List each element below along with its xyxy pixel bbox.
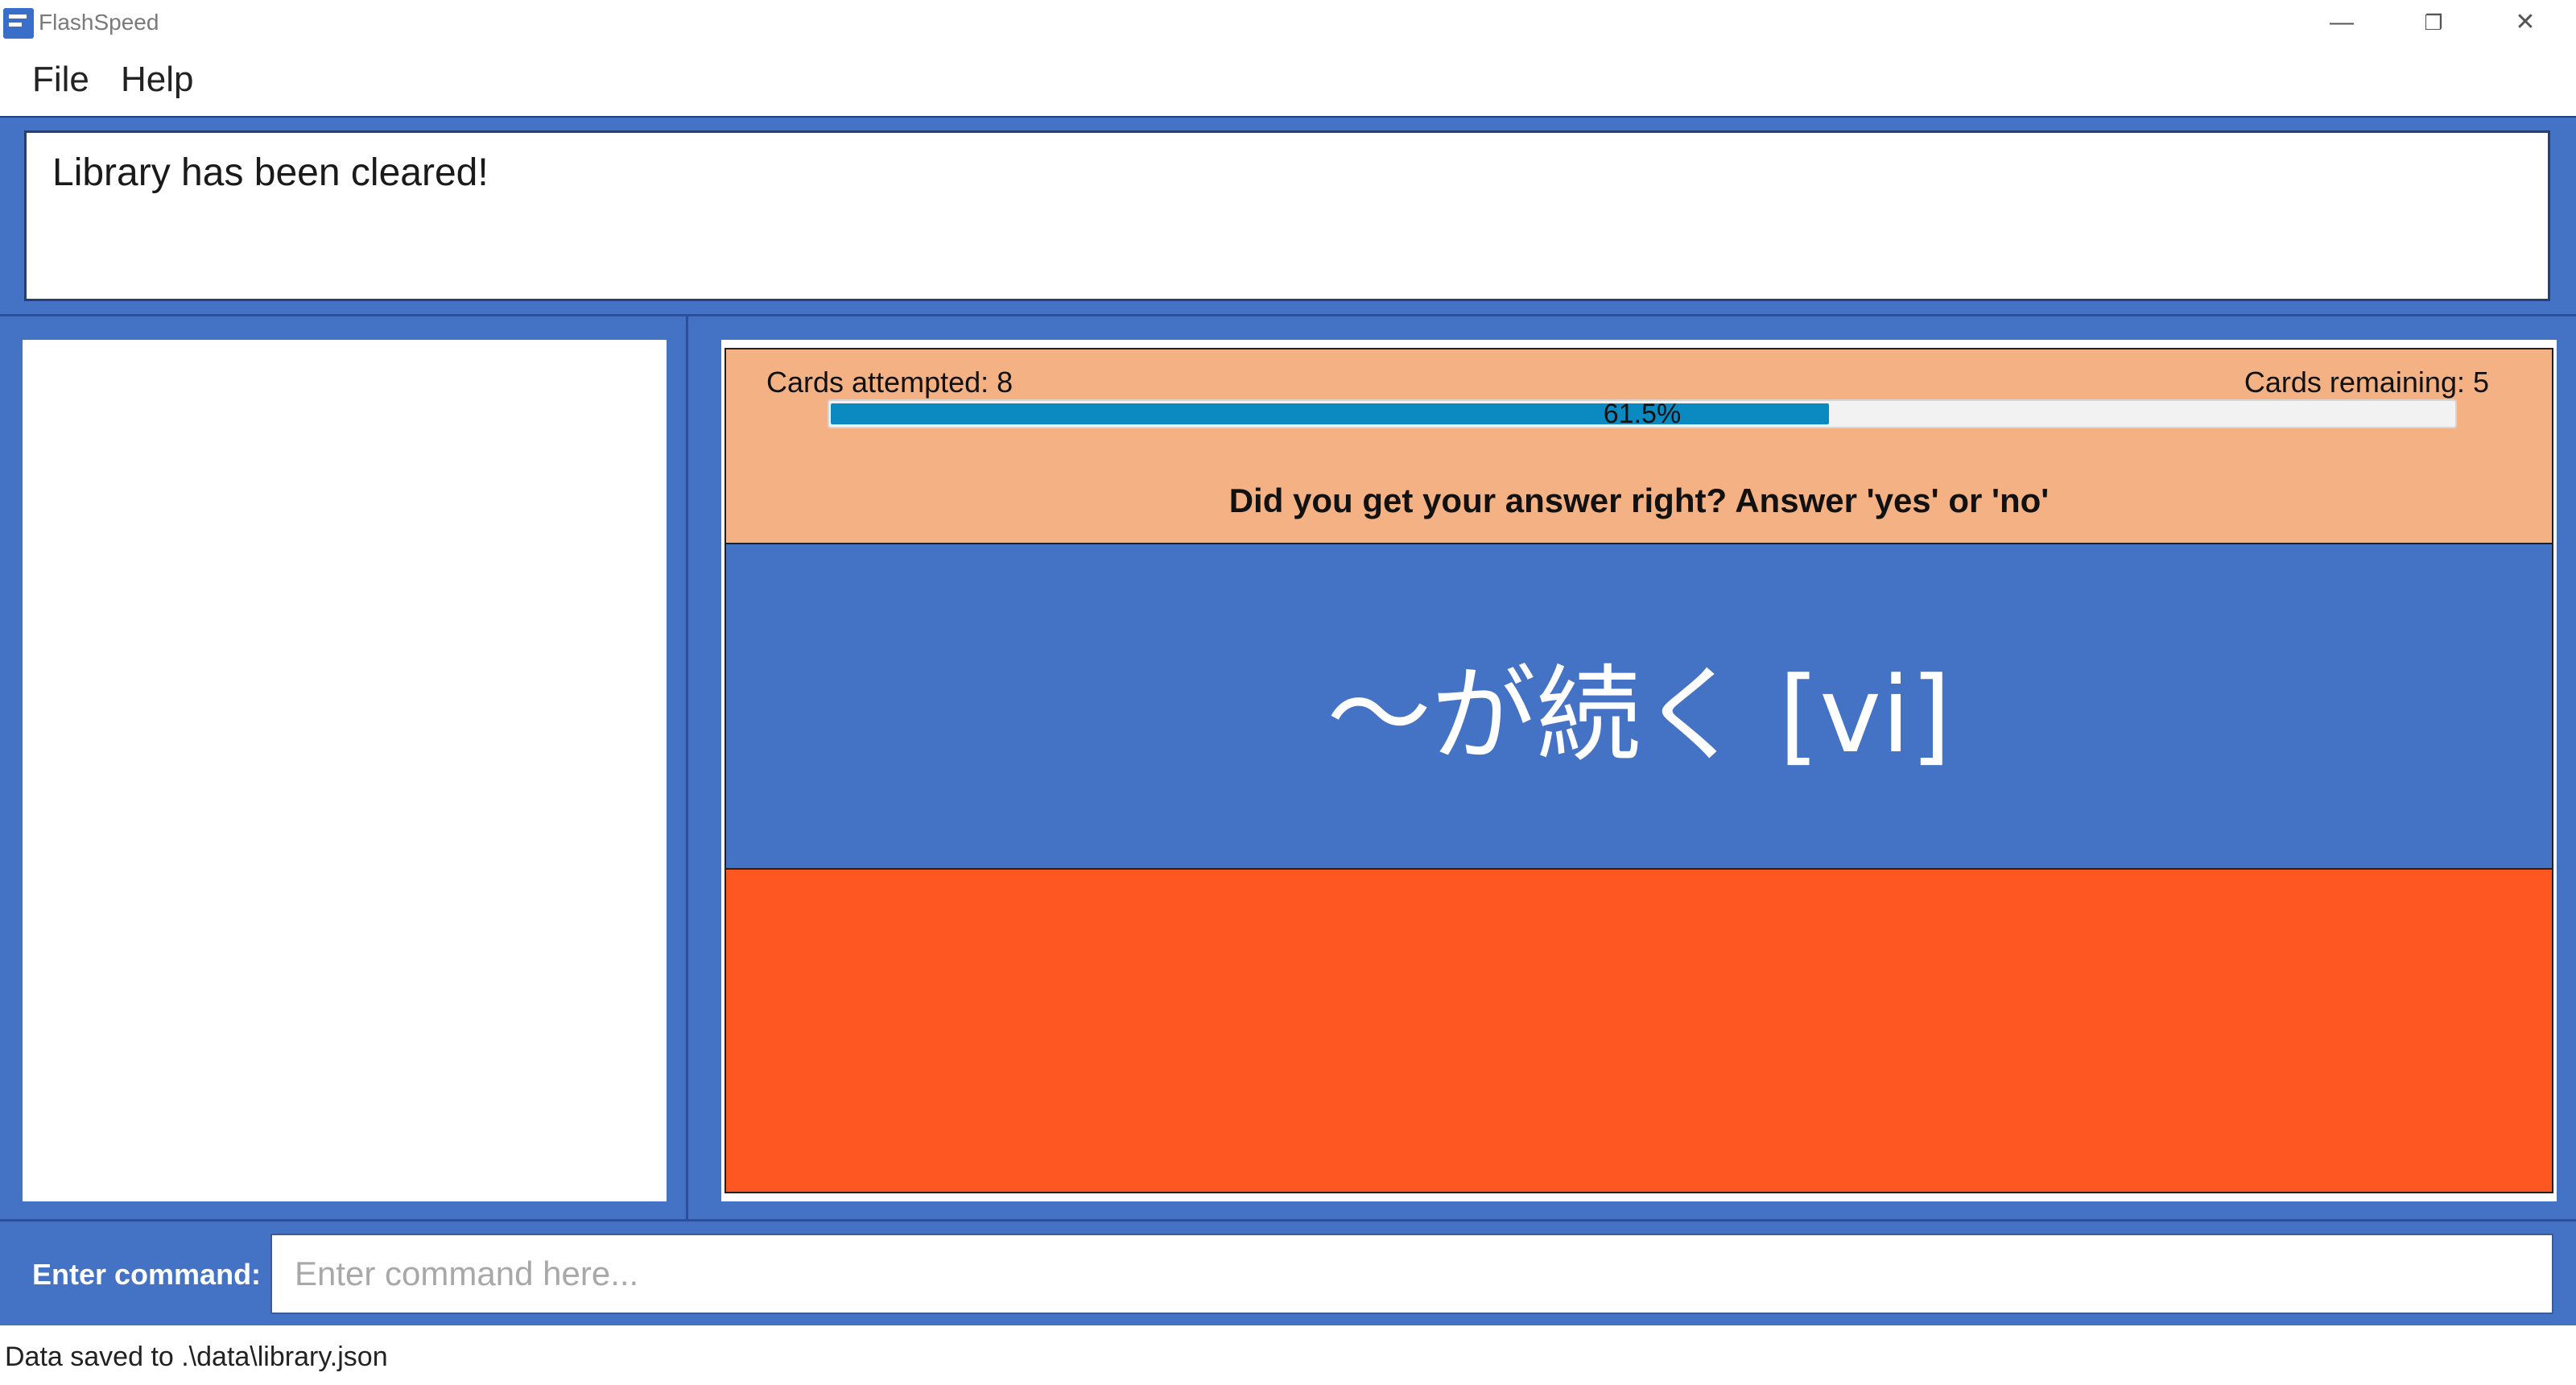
menu-bar: File Help	[0, 47, 2576, 116]
save-location-status: Data saved to .\data\library.json	[5, 1342, 388, 1372]
question-text: ～が続く [vi]	[1327, 654, 1951, 776]
progress-bar: 61.5%	[828, 399, 2457, 428]
app-logo-icon	[3, 8, 34, 39]
minimize-button[interactable]: —	[2297, 0, 2386, 47]
window-title: FlashSpeed	[39, 10, 159, 35]
answer-text	[726, 870, 2552, 1192]
progress-percent: 61.5%	[1603, 399, 1682, 429]
result-display: Library has been cleared!	[24, 130, 2550, 301]
menu-help[interactable]: Help	[121, 60, 194, 100]
review-stats-panel: Cards attempted: 8 Cards remaining: 5 61…	[724, 348, 2553, 544]
cards-remaining-label: Cards remaining: 5	[2244, 366, 2489, 399]
close-button[interactable]: ✕	[2481, 0, 2570, 47]
result-message: Library has been cleared!	[52, 151, 489, 194]
question-card: ～が続く [vi]	[724, 544, 2553, 870]
answer-card	[724, 868, 2553, 1193]
command-label: Enter command:	[32, 1258, 262, 1291]
command-input[interactable]	[270, 1234, 2553, 1314]
divider-bottom	[0, 1219, 2576, 1222]
divider-top	[0, 314, 2576, 316]
restore-button[interactable]: ❐	[2389, 0, 2478, 47]
cards-attempted-label: Cards attempted: 8	[766, 366, 1013, 399]
split-divider[interactable]	[686, 316, 688, 1220]
answer-prompt: Did you get your answer right? Answer 'y…	[1228, 482, 2050, 519]
library-list-panel[interactable]	[23, 340, 667, 1201]
status-bar: Data saved to .\data\library.json	[0, 1325, 2576, 1385]
menu-file[interactable]: File	[32, 60, 89, 100]
title-bar: FlashSpeed — ❐ ✕	[0, 0, 2576, 47]
